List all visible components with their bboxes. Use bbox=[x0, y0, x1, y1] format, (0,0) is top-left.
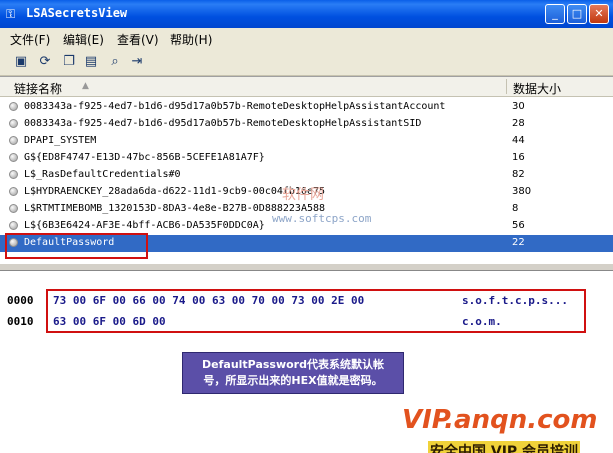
list-item[interactable]: DPAPI_SYSTEM 44 bbox=[0, 133, 613, 150]
sort-arrow-icon: ▲ bbox=[82, 81, 89, 91]
secret-size: 28 bbox=[512, 118, 525, 129]
list-item[interactable]: 0083343a-f925-4ed7-b1d6-d95d17a0b57b-Rem… bbox=[0, 116, 613, 133]
list-item[interactable]: L$_RasDefaultCredentials#0 82 bbox=[0, 167, 613, 184]
toolbar: ▣ ⟳ ❐ ▤ ⌕ ⇥ bbox=[0, 49, 613, 76]
secret-icon bbox=[9, 187, 18, 196]
secret-size: 82 bbox=[512, 169, 525, 180]
hex-offset: 0000 bbox=[7, 294, 34, 307]
menu-file[interactable]: 文件(F) bbox=[10, 31, 50, 48]
secret-name: L$HYDRAENCKEY_28ada6da-d622-11d1-9cb9-00… bbox=[24, 186, 326, 197]
secret-icon bbox=[9, 204, 18, 213]
list-item[interactable]: 0083343a-f925-4ed7-b1d6-d95d17a0b57b-Rem… bbox=[0, 99, 613, 116]
list-header: 链接名称 ▲ 数据大小 bbox=[0, 77, 613, 97]
secret-name: 0083343a-f925-4ed7-b1d6-d95d17a0b57b-Rem… bbox=[24, 101, 446, 112]
secret-name: G${ED8F4747-E13D-47bc-856B-5CEFE1A81A7F} bbox=[24, 152, 265, 163]
save-icon[interactable]: ▣ bbox=[12, 53, 30, 71]
menu-edit[interactable]: 编辑(E) bbox=[63, 31, 104, 48]
maximize-button[interactable]: □ bbox=[567, 4, 587, 24]
properties-icon[interactable]: ▤ bbox=[82, 53, 100, 71]
vip-slogan: 安全中国 VIP 会员培训 bbox=[428, 441, 581, 453]
highlight-box bbox=[5, 233, 148, 259]
secret-size: 44 bbox=[512, 135, 525, 146]
copy-icon[interactable]: ❐ bbox=[60, 53, 78, 71]
highlight-box bbox=[46, 289, 586, 333]
secret-icon bbox=[9, 221, 18, 230]
minimize-button[interactable]: _ bbox=[545, 4, 565, 24]
app-window: ⚿ LSASecretsView _ □ ✕ 文件(F) 编辑(E) 查看(V)… bbox=[0, 0, 613, 453]
title-bar[interactable]: ⚿ LSASecretsView _ □ ✕ bbox=[0, 0, 613, 28]
secret-size: 8 bbox=[512, 203, 519, 214]
watermark-url: www.softcps.com bbox=[272, 212, 372, 225]
vip-logo: VIP.anqn.com bbox=[402, 405, 598, 435]
secret-size: 16 bbox=[512, 152, 525, 163]
annotation-note: DefaultPassword代表系统默认帐 号，所显示出来的HEX值就是密码。 bbox=[182, 352, 404, 394]
column-size-header[interactable]: 数据大小 bbox=[513, 80, 561, 97]
watermark-cn: 软件网 bbox=[282, 187, 324, 203]
column-divider[interactable] bbox=[506, 79, 507, 94]
secret-name: L$_RasDefaultCredentials#0 bbox=[24, 169, 181, 180]
secret-size: 56 bbox=[512, 220, 525, 231]
refresh-icon[interactable]: ⟳ bbox=[36, 53, 54, 71]
key-icon: ⚿ bbox=[6, 7, 16, 21]
secret-name: L${6B3E6424-AF3E-4bff-ACB6-DA535F0DDC0A} bbox=[24, 220, 265, 231]
secrets-list[interactable]: 链接名称 ▲ 数据大小 0083343a-f925-4ed7-b1d6-d95d… bbox=[0, 76, 613, 265]
find-icon[interactable]: ⌕ bbox=[106, 53, 124, 71]
hex-offset: 0010 bbox=[7, 315, 34, 328]
secret-size: 380 bbox=[512, 186, 532, 197]
menu-help[interactable]: 帮助(H) bbox=[170, 31, 212, 48]
secret-name: 0083343a-f925-4ed7-b1d6-d95d17a0b57b-Rem… bbox=[24, 118, 422, 129]
secret-icon bbox=[9, 153, 18, 162]
secret-icon bbox=[9, 170, 18, 179]
menu-bar: 文件(F) 编辑(E) 查看(V) 帮助(H) bbox=[0, 28, 613, 49]
secret-icon bbox=[9, 119, 18, 128]
note-line: 号，所显示出来的HEX值就是密码。 bbox=[203, 374, 383, 387]
secret-icon bbox=[9, 136, 18, 145]
column-name-header[interactable]: 链接名称 bbox=[14, 80, 62, 97]
list-item[interactable]: G${ED8F4747-E13D-47bc-856B-5CEFE1A81A7F}… bbox=[0, 150, 613, 167]
note-line: DefaultPassword代表系统默认帐 bbox=[202, 358, 384, 371]
exit-icon[interactable]: ⇥ bbox=[128, 53, 146, 71]
window-title: LSASecretsView bbox=[26, 6, 128, 20]
secret-name: DPAPI_SYSTEM bbox=[24, 135, 97, 146]
secret-size: 22 bbox=[512, 237, 525, 248]
menu-view[interactable]: 查看(V) bbox=[117, 31, 159, 48]
secret-size: 30 bbox=[512, 101, 525, 112]
secret-icon bbox=[9, 102, 18, 111]
close-button[interactable]: ✕ bbox=[589, 4, 609, 24]
